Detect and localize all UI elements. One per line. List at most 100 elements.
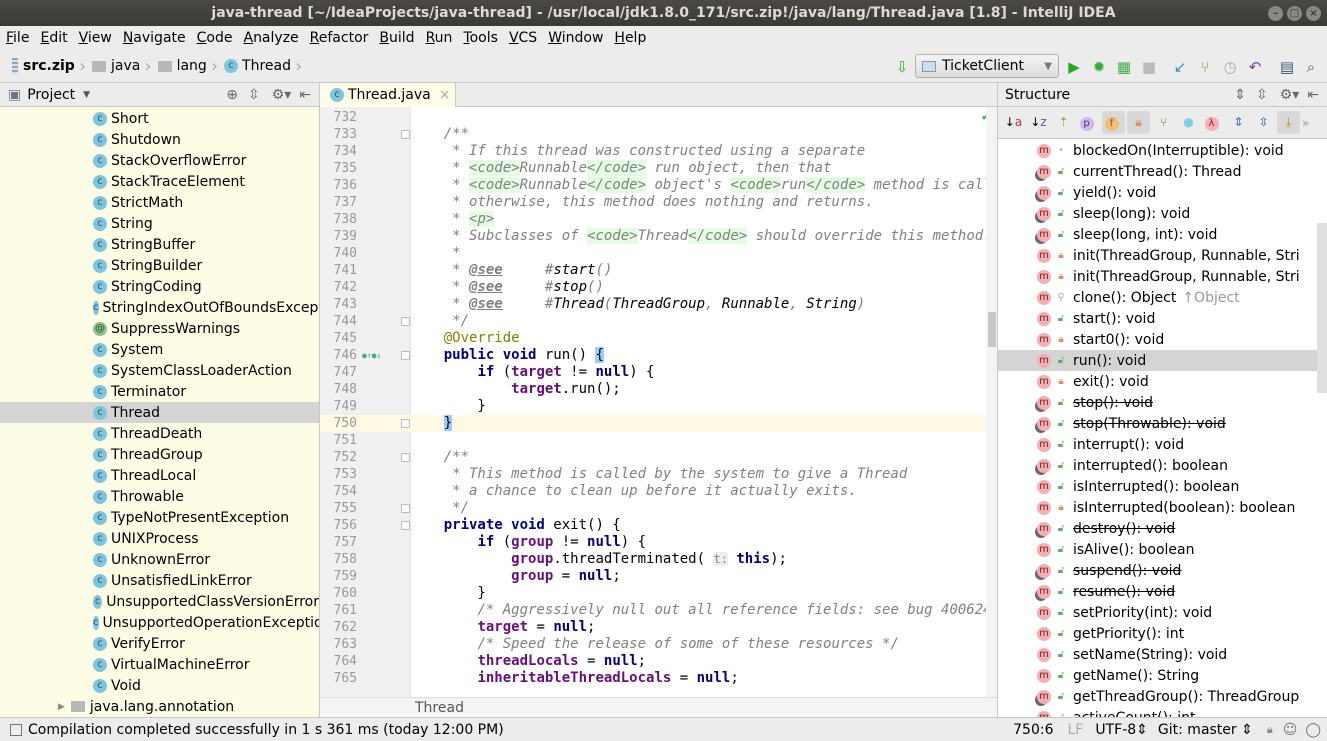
gear-icon[interactable]: ⚙▾ <box>1280 87 1300 103</box>
fold-marker-icon[interactable] <box>401 351 410 360</box>
project-structure-icon[interactable]: ▤ <box>1277 57 1297 77</box>
tab-thread-java[interactable]: c Thread.java × <box>320 83 456 107</box>
locate-icon[interactable]: ⊕ <box>226 87 238 103</box>
chevron-down-icon[interactable]: ▼ <box>83 90 90 100</box>
run-icon[interactable]: ▶ <box>1064 57 1084 77</box>
breadcrumb-lang[interactable]: lang › <box>157 56 218 77</box>
run-configuration-dropdown[interactable]: TicketClient ▼ <box>915 54 1059 78</box>
minimize-button[interactable]: – <box>1268 6 1283 21</box>
toggle-tool-windows-icon[interactable] <box>10 723 22 736</box>
sort-alphabetically-icon[interactable]: ↓z <box>1027 111 1050 134</box>
autoscroll-from-source-icon[interactable]: ⤓ <box>1277 111 1300 134</box>
tree-item[interactable]: c VirtualMachineError <box>0 654 319 675</box>
fold-marker-icon[interactable] <box>401 419 410 428</box>
fold-marker-icon[interactable] <box>401 504 410 513</box>
more-actions-icon[interactable]: » <box>1302 116 1309 130</box>
tree-item[interactable]: c StringCoding <box>0 276 319 297</box>
structure-item[interactable]: m 🔓︎ isAlive(): boolean <box>998 539 1327 560</box>
fold-marker-icon[interactable] <box>401 521 410 530</box>
debug-icon[interactable]: ✹ <box>1089 57 1109 77</box>
structure-item[interactable]: m 🔓︎ setName(String): void <box>998 644 1327 665</box>
breadcrumb-thread[interactable]: c Thread › <box>224 56 302 77</box>
revert-icon[interactable]: ↶ <box>1245 57 1265 77</box>
project-view-selector[interactable]: Project <box>27 87 75 103</box>
tree-item[interactable]: c UNIXProcess <box>0 528 319 549</box>
structure-item[interactable]: m 🔓︎ getName(): String <box>998 665 1327 686</box>
fold-marker-icon[interactable] <box>401 130 410 139</box>
vcs-branch-selector[interactable]: Git: master ⇕ <box>1158 722 1253 738</box>
menu-edit[interactable]: Edit <box>40 30 67 46</box>
tree-item[interactable]: c UnsupportedClassVersionError <box>0 591 319 612</box>
tree-item[interactable]: c SystemClassLoaderAction <box>0 360 319 381</box>
show-anonymous-icon[interactable]: ● <box>1177 111 1200 134</box>
tree-item[interactable]: c UnsupportedOperationException <box>0 612 319 633</box>
stop-icon[interactable]: ■ <box>1139 57 1159 77</box>
vcs-commit-icon[interactable]: ⑂ <box>1195 57 1215 77</box>
structure-scrollbar[interactable] <box>1317 223 1327 393</box>
structure-item[interactable]: m 🔓︎ stop(): void <box>998 392 1327 413</box>
scrollbar-thumb[interactable] <box>988 312 996 347</box>
structure-item[interactable]: m 🔒︎ isInterrupted(boolean): boolean <box>998 497 1327 518</box>
structure-item[interactable]: m 🔓︎ isInterrupted(): boolean <box>998 476 1327 497</box>
structure-item[interactable]: m 🔓︎ stop(Throwable): void <box>998 413 1327 434</box>
caret-position[interactable]: 750:6 <box>1013 722 1053 738</box>
editor-breadcrumb-item[interactable]: Thread <box>415 700 464 716</box>
code-area[interactable]: 731 private native void start0();732733 … <box>320 107 997 697</box>
tree-item[interactable]: c Short <box>0 108 319 129</box>
structure-item[interactable]: m • blockedOn(Interruptible): void <box>998 140 1327 161</box>
show-interfaces-icon[interactable]: ⑂ <box>1152 111 1175 134</box>
structure-item[interactable]: m ⚲ clone(): Object ↑Object <box>998 287 1327 308</box>
breadcrumb-java[interactable]: java › <box>92 56 152 77</box>
hide-panel-icon[interactable]: ⇤ <box>1307 87 1319 103</box>
structure-item[interactable]: m🔓︎activeCount(): int <box>998 707 1327 717</box>
event-log-icon[interactable]: ◯ <box>1305 722 1321 738</box>
expand-all-toolbar-icon[interactable]: ⇕ <box>1227 111 1250 134</box>
collapse-all-icon[interactable]: ⇳ <box>248 87 260 103</box>
show-lambdas-icon[interactable]: λ <box>1202 111 1225 134</box>
sort-by-visibility-icon[interactable]: ↓a <box>1002 111 1025 134</box>
structure-item[interactable]: m 🔒︎ start0(): void <box>998 329 1327 350</box>
menu-run[interactable]: Run <box>426 30 453 46</box>
menu-help[interactable]: Help <box>614 30 646 46</box>
tree-item[interactable]: c StringBuffer <box>0 234 319 255</box>
show-properties-icon[interactable]: p <box>1077 111 1100 134</box>
tree-item[interactable]: c ThreadLocal <box>0 465 319 486</box>
tree-item[interactable]: c UnsatisfiedLinkError <box>0 570 319 591</box>
tree-item[interactable]: c ThreadGroup <box>0 444 319 465</box>
tree-item[interactable]: c Shutdown <box>0 129 319 150</box>
tree-item[interactable]: @ SuppressWarnings <box>0 318 319 339</box>
search-everywhere-icon[interactable]: ⌕ <box>1301 57 1321 77</box>
tree-item[interactable]: c Terminator <box>0 381 319 402</box>
inspector-icon[interactable]: ☺ <box>1283 722 1298 738</box>
tree-item[interactable]: c System <box>0 339 319 360</box>
menu-view[interactable]: View <box>79 30 112 46</box>
fold-marker-icon[interactable] <box>401 453 410 462</box>
encoding-selector[interactable]: UTF-8⇕ <box>1095 722 1148 738</box>
status-message[interactable]: Compilation completed successfully in 1 … <box>28 722 504 738</box>
structure-item[interactable]: m 🔒︎ init(ThreadGroup, Runnable, Stri <box>998 266 1327 287</box>
structure-item[interactable]: m 🔓︎ getPriority(): int <box>998 623 1327 644</box>
vcs-history-icon[interactable]: ◷ <box>1220 57 1240 77</box>
menu-navigate[interactable]: Navigate <box>123 30 186 46</box>
structure-item[interactable]: m 🔓︎ interrupt(): void <box>998 434 1327 455</box>
structure-item[interactable]: m 🔓︎ currentThread(): Thread <box>998 161 1327 182</box>
lock-icon[interactable]: 🔒︎ <box>1267 723 1273 737</box>
tree-item[interactable]: c String <box>0 213 319 234</box>
structure-item[interactable]: m 🔓︎ destroy(): void <box>998 518 1327 539</box>
collapse-all-icon[interactable]: ⇳ <box>1256 87 1268 103</box>
structure-item[interactable]: m 🔓︎ start(): void <box>998 308 1327 329</box>
structure-item[interactable]: m 🔓︎ resume(): void <box>998 581 1327 602</box>
structure-item[interactable]: m 🔓︎ sleep(long): void <box>998 203 1327 224</box>
tree-item[interactable]: cStringIndexOutOfBoundsException <box>0 297 319 318</box>
tree-item[interactable]: ▶ java.lang.annotation <box>0 696 319 717</box>
menu-window[interactable]: Window <box>548 30 603 46</box>
structure-item[interactable]: m 🔓︎ yield(): void <box>998 182 1327 203</box>
gear-icon[interactable]: ⚙▾ <box>272 87 292 103</box>
tree-item[interactable]: c Thread <box>0 402 319 423</box>
menu-file[interactable]: File <box>6 30 29 46</box>
menu-vcs[interactable]: VCS <box>509 30 537 46</box>
collapse-all-toolbar-icon[interactable]: ⇳ <box>1252 111 1275 134</box>
structure-item[interactable]: m 🔒︎ init(ThreadGroup, Runnable, Stri <box>998 245 1327 266</box>
fold-marker-icon[interactable] <box>401 317 410 326</box>
tree-item[interactable]: c StringBuilder <box>0 255 319 276</box>
